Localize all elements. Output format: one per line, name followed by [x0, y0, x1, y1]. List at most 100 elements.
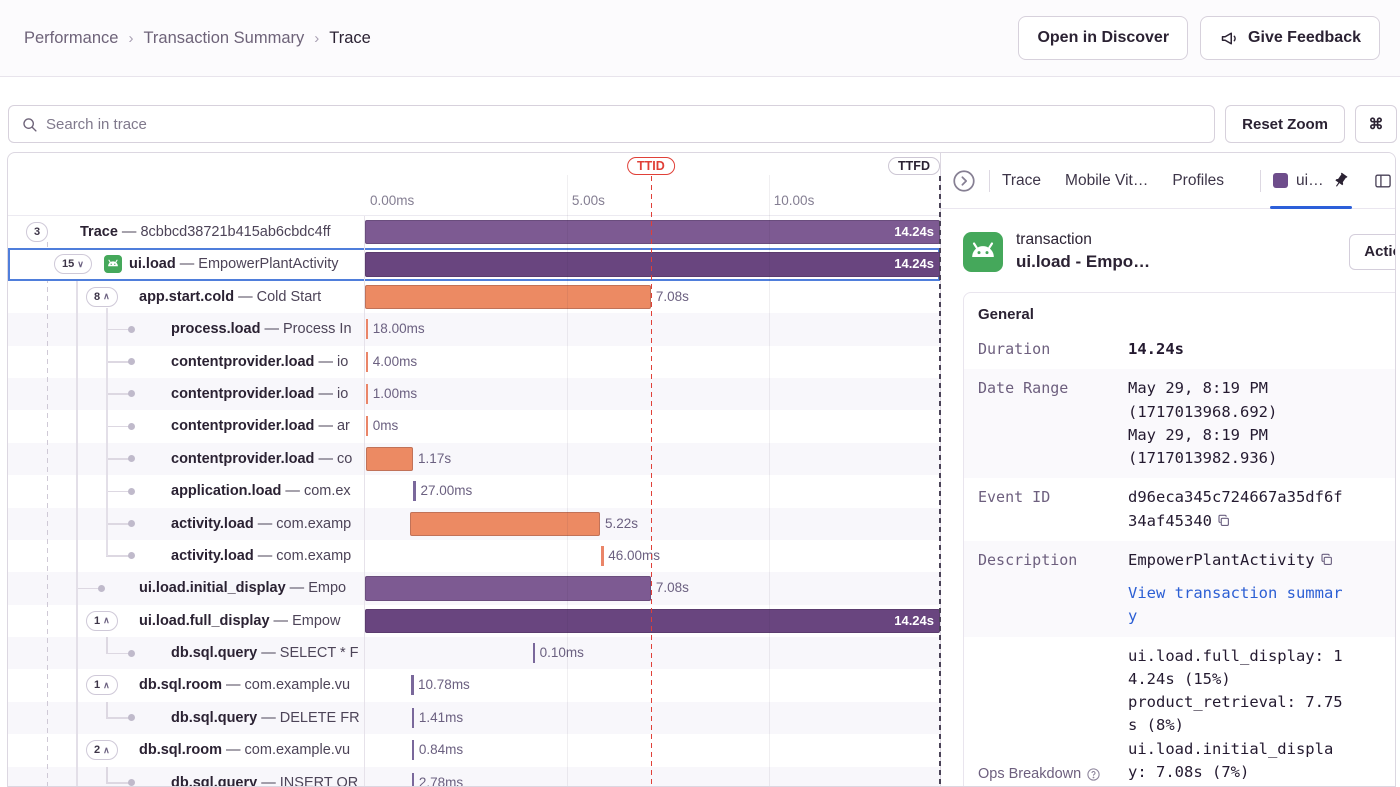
trace-row[interactable]: 2∧db.sql.room — com.example.vu0.84ms — [8, 734, 940, 766]
expand-badge[interactable]: 3 — [26, 222, 48, 242]
duration-label: 4.00ms — [373, 346, 417, 378]
app-header: Performance › Transaction Summary › Trac… — [0, 0, 1400, 77]
span-bar[interactable] — [366, 447, 413, 471]
trace-row-tree-cell: contentprovider.load — io — [8, 346, 364, 378]
span-bar[interactable]: 14.24s — [365, 609, 940, 633]
tree-bullet — [128, 714, 135, 721]
trace-row[interactable]: db.sql.query — INSERT OR2.78ms — [8, 767, 940, 787]
span-tick[interactable] — [413, 481, 416, 501]
row-value: EmpowerPlantActivityView transaction sum… — [1128, 549, 1350, 629]
duration-label: 7.08s — [656, 281, 689, 313]
span-description: io — [337, 386, 348, 402]
tab-profiles[interactable]: Profiles — [1172, 153, 1224, 208]
trace-row[interactable]: 1∧db.sql.room — com.example.vu10.78ms — [8, 669, 940, 701]
trace-rows: 3Trace — 8cbbcd38721b415ab6cbdc4ff14.24s… — [8, 216, 940, 787]
trace-row[interactable]: 1∧ui.load.full_display — Empow14.24s — [8, 605, 940, 637]
span-op: ui.load — [129, 256, 176, 272]
span-tick[interactable] — [366, 319, 369, 339]
row-key: Event ID — [978, 486, 1128, 533]
layout-left-icon[interactable] — [1373, 171, 1393, 191]
span-op: contentprovider.load — [171, 386, 314, 402]
trace-row-tree-cell: contentprovider.load — io — [8, 378, 364, 410]
span-bar[interactable]: 14.24s — [365, 220, 940, 244]
tab-mobile-vit[interactable]: Mobile Vit… — [1065, 153, 1148, 208]
trace-row-tree-cell: ui.load.initial_display — Empo — [8, 572, 364, 604]
trace-row[interactable]: application.load — com.ex27.00ms — [8, 475, 940, 507]
trace-row[interactable]: 8∧app.start.cold — Cold Start7.08s — [8, 281, 940, 313]
trace-row[interactable]: contentprovider.load — io1.00ms — [8, 378, 940, 410]
open-in-discover-button[interactable]: Open in Discover — [1018, 16, 1188, 60]
trace-row[interactable]: activity.load — com.examp46.00ms — [8, 540, 940, 572]
tab-trace[interactable]: Trace — [1002, 153, 1041, 208]
span-tick[interactable] — [366, 416, 369, 436]
reset-zoom-button[interactable]: Reset Zoom — [1225, 105, 1345, 143]
trace-row-bar-cell: 0.84ms — [364, 734, 939, 766]
expand-badge[interactable]: 8∧ — [86, 287, 118, 307]
trace-row[interactable]: activity.load — com.examp5.22s — [8, 508, 940, 540]
expand-badge[interactable]: 2∧ — [86, 740, 118, 760]
trace-row[interactable]: process.load — Process In 18.00ms — [8, 313, 940, 345]
trace-row[interactable]: contentprovider.load — ar0ms — [8, 410, 940, 442]
span-bar[interactable] — [365, 285, 651, 309]
trace-row[interactable]: contentprovider.load — co1.17s — [8, 443, 940, 475]
tree-guide-line — [47, 242, 49, 787]
span-bar[interactable] — [410, 512, 600, 536]
span-tick[interactable] — [601, 546, 604, 566]
transaction-title: ui.load - Empo… — [1016, 252, 1150, 272]
trace-row-bar-cell: 1.00ms — [364, 378, 939, 410]
span-op: contentprovider.load — [171, 418, 314, 434]
tree-bullet — [128, 779, 135, 786]
span-op: activity.load — [171, 548, 254, 564]
trace-row[interactable]: ui.load.initial_display — Empo7.08s — [8, 572, 940, 604]
ttid-badge[interactable]: TTID — [627, 157, 675, 175]
trace-row[interactable]: db.sql.query — SELECT * F0.10ms — [8, 637, 940, 669]
trace-row[interactable]: contentprovider.load — io 4.00ms — [8, 346, 940, 378]
copy-icon[interactable] — [1216, 513, 1231, 528]
tab-ui[interactable]: ui… — [1273, 153, 1349, 208]
span-bar[interactable] — [365, 576, 651, 600]
search-box[interactable] — [8, 105, 1215, 143]
span-tick[interactable] — [533, 643, 536, 663]
span-tick[interactable] — [412, 708, 415, 728]
give-feedback-button[interactable]: Give Feedback — [1200, 16, 1380, 60]
span-tick[interactable] — [412, 740, 415, 760]
help-icon[interactable] — [1086, 767, 1101, 782]
shortcut-button[interactable]: ⌘ — [1355, 105, 1397, 143]
span-tick[interactable] — [366, 384, 369, 404]
trace-row[interactable]: db.sql.query — DELETE FR1.41ms — [8, 702, 940, 734]
drawer-tab-bar: Trace Mobile Vit… Profiles ui… — [941, 153, 1396, 209]
view-transaction-summary-link[interactable]: View transaction summary — [1128, 582, 1350, 629]
search-input[interactable] — [46, 116, 1202, 133]
duration-label: 2.78ms — [419, 767, 463, 787]
span-description: INSERT OR — [280, 775, 358, 787]
trace-row-tree-cell: 1∧ui.load.full_display — Empow — [8, 605, 364, 637]
general-row-description: DescriptionEmpowerPlantActivityView tran… — [964, 541, 1396, 637]
expand-badge[interactable]: 1∧ — [86, 675, 118, 695]
trace-row-bar-cell: 18.00ms — [364, 313, 939, 345]
tree-connector — [106, 637, 108, 653]
span-tick[interactable] — [366, 352, 369, 372]
copy-icon[interactable] — [1319, 552, 1334, 567]
pin-icon[interactable] — [1332, 172, 1349, 189]
chevron-right-circle-icon[interactable] — [951, 168, 977, 194]
trace-row[interactable]: 3Trace — 8cbbcd38721b415ab6cbdc4ff14.24s — [8, 216, 940, 248]
trace-row-tree-cell: process.load — Process In — [8, 313, 364, 345]
span-label: process.load — Process In — [171, 313, 352, 345]
span-description: 8cbbcd38721b415ab6cbdc4ff — [140, 224, 330, 240]
span-tick[interactable] — [411, 675, 414, 695]
ttfd-badge[interactable]: TTFD — [888, 157, 940, 175]
breadcrumb-performance[interactable]: Performance — [24, 29, 118, 48]
expand-badge[interactable]: 15∨ — [54, 254, 92, 274]
expand-badge[interactable]: 1∧ — [86, 611, 118, 631]
chevron-icon: ∧ — [103, 291, 110, 302]
trace-row[interactable]: 15∨ui.load — EmpowerPlantActivity14.24s — [8, 248, 940, 280]
trace-row-tree-cell: activity.load — com.examp — [8, 540, 364, 572]
span-tick[interactable] — [412, 773, 415, 787]
trace-row-tree-cell: contentprovider.load — co — [8, 443, 364, 475]
duration-label: 27.00ms — [420, 475, 472, 507]
breadcrumb-trace: Trace — [329, 29, 371, 48]
breadcrumb-transaction-summary[interactable]: Transaction Summary — [143, 29, 304, 48]
span-label: contentprovider.load — co — [171, 443, 352, 475]
span-bar[interactable]: 14.24s — [365, 252, 940, 276]
actions-button[interactable]: Actions ∨ — [1349, 234, 1396, 270]
